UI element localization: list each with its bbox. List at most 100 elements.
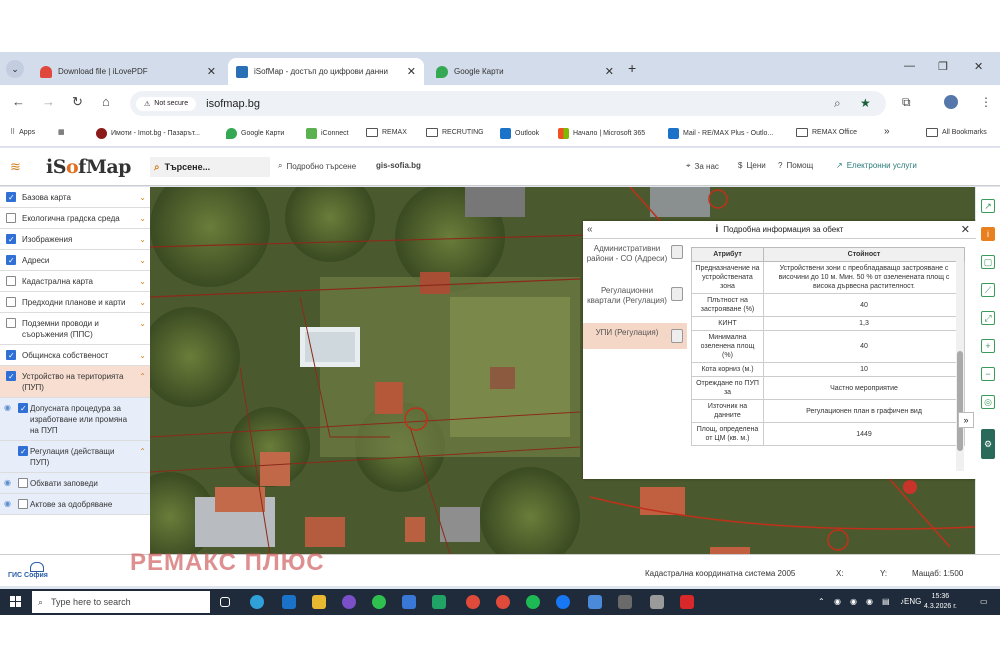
tab-google-maps[interactable]: Google Карти ✕ bbox=[428, 58, 622, 85]
fullscreen-icon[interactable]: ⤢ bbox=[981, 311, 995, 325]
scrollbar-thumb[interactable] bbox=[957, 351, 963, 451]
e-services-link[interactable]: ↗ Електронни услуги bbox=[836, 161, 917, 170]
bookmarks-more-button[interactable]: » bbox=[884, 126, 890, 137]
layer-checkbox[interactable] bbox=[6, 192, 16, 203]
minimize-icon[interactable]: — bbox=[904, 60, 915, 72]
eye-icon[interactable]: ◉ bbox=[4, 402, 11, 413]
sublayer-item[interactable]: ◉ Допусната процедура за изработване или … bbox=[0, 398, 150, 441]
bookmark-google-maps[interactable]: Google Карти bbox=[226, 128, 284, 139]
new-tab-button[interactable]: + bbox=[628, 60, 636, 76]
viber-icon[interactable] bbox=[342, 595, 356, 609]
layer-checkbox[interactable] bbox=[6, 297, 16, 307]
zoom-icon[interactable]: ⌕ bbox=[834, 96, 841, 111]
restore-icon[interactable]: ❐ bbox=[938, 60, 948, 73]
layer-checkbox[interactable] bbox=[6, 255, 16, 266]
back-icon[interactable]: ← bbox=[12, 94, 25, 109]
tray-chevron-icon[interactable]: ⌃ bbox=[818, 597, 825, 606]
taskbar-search-input[interactable]: ⌕ Type here to search bbox=[32, 591, 210, 613]
sublayer-checkbox[interactable] bbox=[18, 499, 28, 509]
store-icon[interactable] bbox=[402, 595, 416, 609]
attribute-scrollbar[interactable] bbox=[956, 261, 964, 471]
layer-item[interactable]: Предходни планове и карти ⌄ bbox=[0, 292, 150, 313]
bookmark-star-icon[interactable]: ★ bbox=[860, 96, 871, 110]
home-icon[interactable]: ⌂ bbox=[102, 94, 110, 109]
gis-sofia-link[interactable]: gis-sofia.bg bbox=[376, 161, 421, 170]
chevron-icon[interactable]: ⌄ bbox=[139, 234, 146, 245]
tab-groups-icon[interactable]: ▦ bbox=[58, 128, 65, 136]
network-icon[interactable]: ▤ bbox=[882, 597, 890, 606]
zoom-in-icon[interactable]: + bbox=[981, 339, 995, 353]
menu-icon[interactable]: ⋮ bbox=[980, 95, 992, 109]
facebook-icon[interactable] bbox=[556, 595, 570, 609]
close-window-icon[interactable]: ✕ bbox=[974, 60, 983, 73]
basemap-switch-icon[interactable]: ⚙ bbox=[981, 429, 995, 459]
whatsapp-icon[interactable] bbox=[372, 595, 386, 609]
excel-icon[interactable] bbox=[432, 595, 446, 609]
eye-icon[interactable]: ◉ bbox=[4, 498, 11, 509]
omnibox[interactable]: ⚠ Not secure isofmap.bg ⌕ ★ bbox=[130, 91, 886, 116]
measure-ruler-icon[interactable]: ⟋ bbox=[981, 283, 995, 297]
windows-start-icon[interactable] bbox=[10, 596, 22, 608]
chevron-icon[interactable]: ⌄ bbox=[139, 192, 146, 203]
mail-icon[interactable] bbox=[618, 595, 632, 609]
site-info-button[interactable]: ⚠ Not secure bbox=[136, 96, 197, 111]
layer-checkbox[interactable] bbox=[6, 371, 16, 382]
help-link[interactable]: ? Помощ bbox=[778, 161, 813, 170]
info-category[interactable]: Регулационни квартали (Регулация) bbox=[583, 281, 687, 323]
clock[interactable]: 15:36 4.3.2026 г. bbox=[924, 592, 957, 612]
close-icon[interactable]: ✕ bbox=[605, 65, 614, 78]
bookmark-imot[interactable]: Имоти - Imot.bg - Пазарът... bbox=[96, 128, 200, 139]
isofmap-logo[interactable]: iSofMap bbox=[46, 156, 131, 178]
layer-checkbox[interactable] bbox=[6, 276, 16, 286]
locate-icon[interactable]: ◎ bbox=[981, 395, 995, 409]
file-explorer-icon[interactable] bbox=[312, 595, 326, 609]
sublayer-item[interactable]: Регулация (действащи ПУП) ⌃ bbox=[0, 441, 150, 473]
export-icon[interactable]: ↗ bbox=[981, 199, 995, 213]
tab-isofmap[interactable]: iSofMap - достъп до цифрови данни ✕ bbox=[228, 58, 424, 85]
identify-info-icon[interactable]: i bbox=[981, 227, 995, 241]
layer-item[interactable]: Базова карта ⌄ bbox=[0, 187, 150, 208]
layer-item[interactable]: Подземни проводи и съоръжения (ППС) ⌄ bbox=[0, 313, 150, 345]
layer-checkbox[interactable] bbox=[6, 213, 16, 223]
chevron-icon[interactable]: ⌄ bbox=[139, 350, 146, 361]
layers-icon[interactable]: ≋ bbox=[10, 159, 21, 175]
layer-item[interactable]: Общинска собственост ⌄ bbox=[0, 345, 150, 366]
bookmark-iconnect[interactable]: iConnect bbox=[306, 128, 349, 139]
language-indicator[interactable]: ENG bbox=[904, 597, 921, 606]
task-view-icon[interactable] bbox=[220, 597, 230, 607]
sublayer-item[interactable]: ◉ Актове за одобряване bbox=[0, 494, 150, 515]
spotify-icon[interactable] bbox=[526, 595, 540, 609]
chevron-icon[interactable]: ⌄ bbox=[139, 318, 146, 329]
layer-checkbox[interactable] bbox=[6, 234, 16, 245]
expand-panel-button[interactable]: » bbox=[958, 412, 974, 428]
forward-icon[interactable]: → bbox=[42, 94, 55, 109]
layer-item[interactable]: Кадастрална карта ⌄ bbox=[0, 271, 150, 292]
tab-ilovepdf[interactable]: Download file | iLovePDF ✕ bbox=[32, 58, 224, 85]
info-category[interactable]: Административни райони - СО (Адреси) bbox=[583, 239, 687, 281]
bookmark-apps[interactable]: ⠿ Apps bbox=[10, 128, 35, 137]
all-bookmarks-button[interactable]: All Bookmarks bbox=[926, 128, 987, 137]
ink-icon[interactable] bbox=[650, 595, 664, 609]
bookmark-mail-remax[interactable]: Mail - RE/MAX Plus - Outlo... bbox=[668, 128, 773, 139]
extensions-icon[interactable]: ⧉ bbox=[902, 95, 911, 110]
sublayer-checkbox[interactable] bbox=[18, 478, 28, 488]
locate-object-icon[interactable] bbox=[671, 245, 683, 259]
sublayer-checkbox[interactable] bbox=[18, 403, 28, 414]
chevron-icon[interactable]: ⌄ bbox=[139, 213, 146, 224]
layer-checkbox[interactable] bbox=[6, 318, 16, 328]
layer-item[interactable]: Изображения ⌄ bbox=[0, 229, 150, 250]
outlook-icon[interactable] bbox=[282, 595, 296, 609]
chrome-icon[interactable] bbox=[466, 595, 480, 609]
chevron-icon[interactable]: ⌃ bbox=[139, 446, 146, 457]
chevron-icon[interactable]: ⌄ bbox=[139, 255, 146, 266]
locate-object-icon[interactable] bbox=[671, 287, 683, 301]
select-area-icon[interactable]: ▢ bbox=[981, 255, 995, 269]
chevron-icon[interactable]: ⌄ bbox=[139, 297, 146, 308]
app-icon[interactable] bbox=[588, 595, 602, 609]
tray-icon[interactable]: ◉ bbox=[866, 597, 873, 606]
reload-icon[interactable]: ↻ bbox=[72, 94, 83, 110]
eye-icon[interactable]: ◉ bbox=[4, 477, 11, 488]
zoom-out-icon[interactable]: − bbox=[981, 367, 995, 381]
about-link[interactable]: ⌖ За нас bbox=[686, 161, 719, 171]
close-icon[interactable]: ✕ bbox=[407, 65, 416, 78]
